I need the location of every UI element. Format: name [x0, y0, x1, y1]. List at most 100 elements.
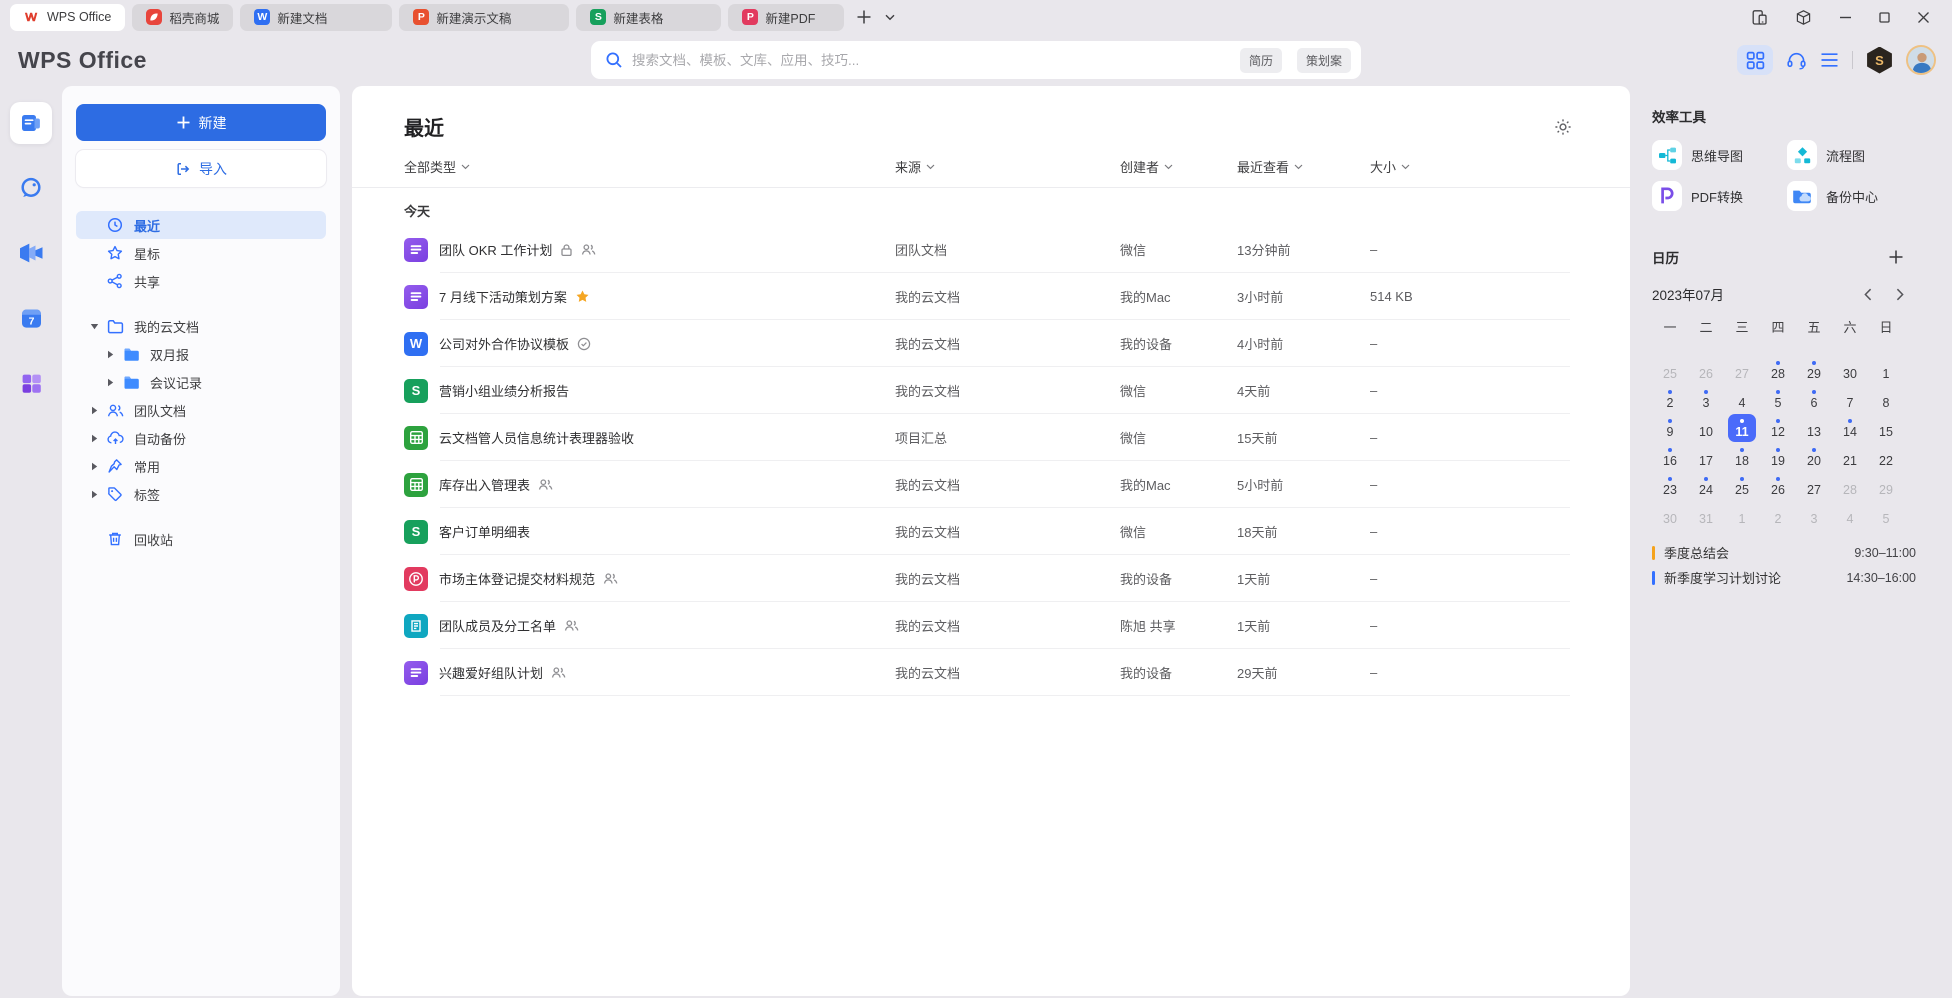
calendar-event[interactable]: 季度总结会9:30–11:00 [1652, 540, 1916, 565]
calendar-day[interactable]: 10 [1692, 414, 1720, 442]
calendar-day[interactable]: 28 [1836, 472, 1864, 500]
calendar-day[interactable]: 30 [1656, 501, 1684, 529]
calendar-day[interactable]: 13 [1800, 414, 1828, 442]
calendar-day[interactable]: 3 [1800, 501, 1828, 529]
calendar-day[interactable]: 12 [1764, 414, 1792, 442]
sidebar-item-常用[interactable]: 常用 [76, 452, 326, 480]
tab-pdf[interactable]: P新建PDF [728, 4, 844, 31]
settings-button[interactable] [1554, 118, 1572, 136]
calendar-day[interactable]: 26 [1764, 472, 1792, 500]
tab-wps-logo[interactable]: WPS Office [10, 4, 125, 31]
sidebar-item-回收站[interactable]: 回收站 [76, 525, 326, 553]
calendar-day[interactable]: 14 [1836, 414, 1864, 442]
calendar-day[interactable]: 16 [1656, 443, 1684, 471]
calendar-day[interactable]: 30 [1836, 356, 1864, 384]
close-button[interactable] [1917, 11, 1930, 24]
caret-right-icon[interactable] [86, 406, 102, 415]
caret-down-icon[interactable] [86, 323, 102, 330]
file-row[interactable]: S客户订单明细表我的云文档微信18天前– [352, 508, 1630, 555]
workspace-button[interactable] [1795, 9, 1812, 26]
sidebar-item-双月报[interactable]: 双月报 [76, 340, 326, 368]
column-header-最近查看[interactable]: 最近查看 [1237, 157, 1370, 176]
tool-backup-center[interactable]: 备份中心 [1787, 181, 1916, 211]
main-menu-button[interactable] [1820, 53, 1839, 67]
import-button[interactable]: 导入 [76, 150, 326, 187]
calendar-day[interactable]: 20 [1800, 443, 1828, 471]
caret-right-icon[interactable] [102, 350, 118, 359]
calendar-day[interactable]: 23 [1656, 472, 1684, 500]
calendar-day[interactable]: 7 [1836, 385, 1864, 413]
new-tab-button[interactable] [851, 4, 877, 30]
file-row[interactable]: 7 月线下活动策划方案我的云文档我的Mac3小时前514 KB [352, 273, 1630, 320]
calendar-day[interactable]: 4 [1728, 385, 1756, 413]
rail-item-calendar[interactable]: 7 [10, 297, 52, 339]
file-row[interactable]: 团队成员及分工名单我的云文档陈旭 共享1天前– [352, 602, 1630, 649]
filter-type-dropdown[interactable]: 全部类型 [404, 157, 895, 176]
calendar-day[interactable]: 28 [1764, 356, 1792, 384]
calendar-day[interactable]: 5 [1872, 501, 1900, 529]
support-button[interactable] [1786, 51, 1807, 70]
sidebar-item-自动备份[interactable]: 自动备份 [76, 424, 326, 452]
caret-right-icon[interactable] [86, 462, 102, 471]
file-row[interactable]: 兴趣爱好组队计划我的云文档我的设备29天前– [352, 649, 1630, 696]
search-input[interactable] [632, 53, 1225, 68]
file-row[interactable]: 云文档管人员信息统计表理器验收项目汇总微信15天前– [352, 414, 1630, 461]
calendar-day[interactable]: 15 [1872, 414, 1900, 442]
caret-right-icon[interactable] [102, 378, 118, 387]
column-header-大小[interactable]: 大小 [1370, 157, 1570, 176]
apps-grid-button[interactable] [1737, 45, 1773, 75]
rail-item-chat[interactable] [10, 167, 52, 209]
tab-presentation[interactable]: P新建演示文稿 [399, 4, 569, 31]
sidebar-item-标签[interactable]: 标签 [76, 480, 326, 508]
sidebar-item-最近[interactable]: 最近 [76, 211, 326, 239]
column-header-创建者[interactable]: 创建者 [1120, 157, 1237, 176]
calendar-day[interactable]: 1 [1872, 356, 1900, 384]
maximize-button[interactable] [1879, 12, 1890, 23]
tab-writer[interactable]: W新建文档 [240, 4, 392, 31]
calendar-day[interactable]: 11 [1728, 414, 1756, 442]
search-tag-plan[interactable]: 策划案 [1297, 48, 1351, 73]
file-row[interactable]: S营销小组业绩分析报告我的云文档微信4天前– [352, 367, 1630, 414]
devices-button[interactable] [1751, 9, 1768, 26]
calendar-day[interactable]: 18 [1728, 443, 1756, 471]
file-row[interactable]: 库存出入管理表我的云文档我的Mac5小时前– [352, 461, 1630, 508]
search-bar[interactable]: 简历 策划案 [591, 41, 1361, 79]
calendar-day[interactable]: 26 [1692, 356, 1720, 384]
calendar-day[interactable]: 27 [1800, 472, 1828, 500]
calendar-day[interactable]: 25 [1656, 356, 1684, 384]
calendar-day[interactable]: 4 [1836, 501, 1864, 529]
column-header-来源[interactable]: 来源 [895, 157, 1120, 176]
tab-spreadsheet[interactable]: S新建表格 [576, 4, 721, 31]
calendar-day[interactable]: 2 [1656, 385, 1684, 413]
tool-mindmap[interactable]: 思维导图 [1652, 140, 1781, 170]
rail-item-meeting[interactable] [10, 232, 52, 274]
calendar-day[interactable]: 9 [1656, 414, 1684, 442]
sidebar-item-我的云文档[interactable]: 我的云文档 [76, 312, 326, 340]
file-row[interactable]: 团队 OKR 工作计划团队文档微信13分钟前– [352, 226, 1630, 273]
calendar-day[interactable]: 6 [1800, 385, 1828, 413]
file-row[interactable]: 市场主体登记提交材料规范我的云文档我的设备1天前– [352, 555, 1630, 602]
rail-item-documents[interactable] [10, 102, 52, 144]
calendar-day[interactable]: 2 [1764, 501, 1792, 529]
calendar-day[interactable]: 8 [1872, 385, 1900, 413]
calendar-event[interactable]: 新季度学习计划讨论14:30–16:00 [1652, 565, 1916, 590]
sidebar-item-会议记录[interactable]: 会议记录 [76, 368, 326, 396]
calendar-day[interactable]: 21 [1836, 443, 1864, 471]
tool-pdf-convert[interactable]: PDF转换 [1652, 181, 1781, 211]
tab-list-dropdown-button[interactable] [877, 4, 903, 30]
calendar-day[interactable]: 5 [1764, 385, 1792, 413]
avatar[interactable] [1906, 45, 1936, 75]
caret-right-icon[interactable] [86, 434, 102, 443]
rail-item-apps[interactable] [10, 362, 52, 404]
sidebar-item-团队文档[interactable]: 团队文档 [76, 396, 326, 424]
minimize-button[interactable] [1839, 11, 1852, 24]
calendar-day[interactable]: 31 [1692, 501, 1720, 529]
calendar-prev-button[interactable] [1864, 288, 1872, 301]
calendar-day[interactable]: 22 [1872, 443, 1900, 471]
calendar-day[interactable]: 25 [1728, 472, 1756, 500]
calendar-next-button[interactable] [1896, 288, 1904, 301]
sidebar-item-共享[interactable]: 共享 [76, 267, 326, 295]
calendar-day[interactable]: 3 [1692, 385, 1720, 413]
sidebar-item-星标[interactable]: 星标 [76, 239, 326, 267]
calendar-day[interactable]: 1 [1728, 501, 1756, 529]
